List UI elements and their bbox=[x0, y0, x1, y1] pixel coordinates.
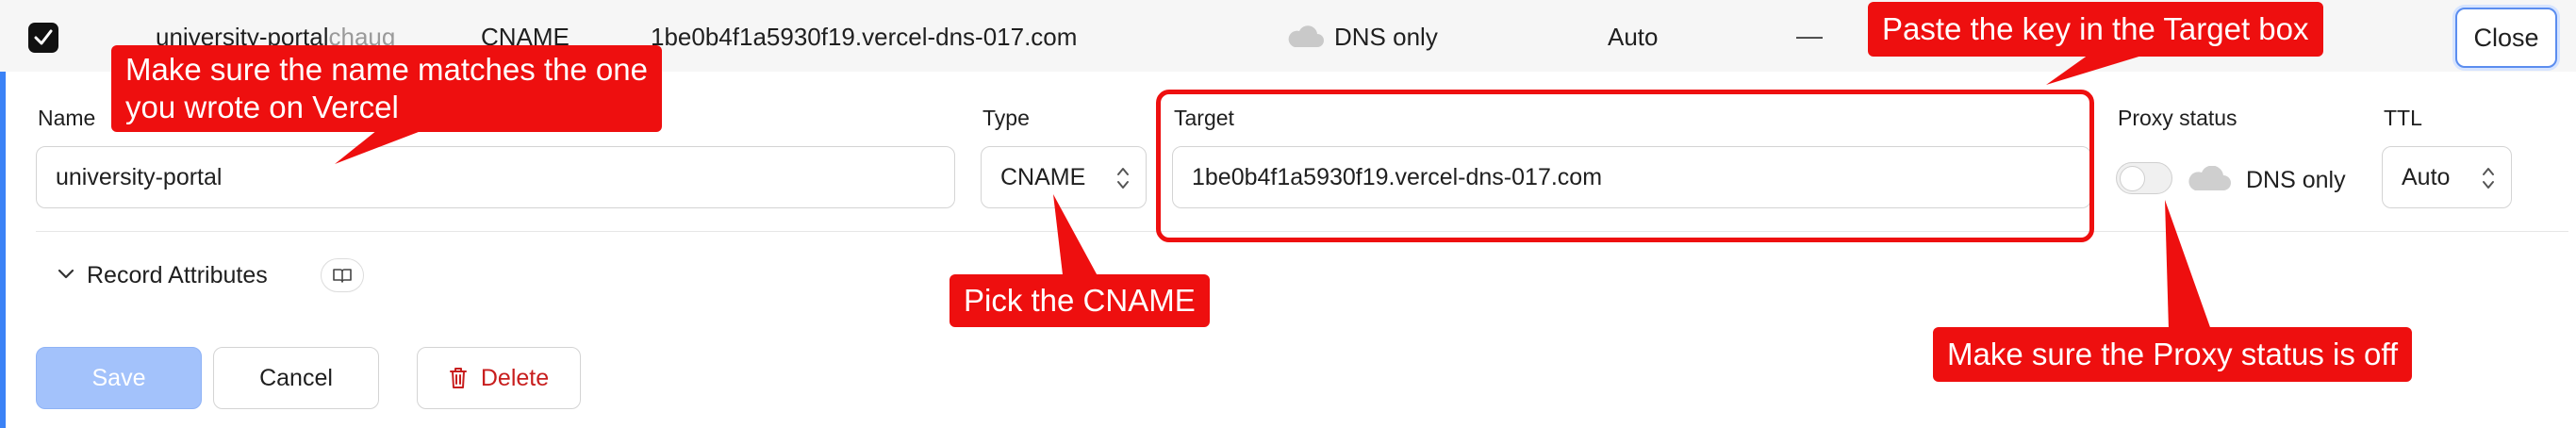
proxy-status-value: DNS only bbox=[2246, 167, 2346, 193]
delete-button[interactable]: Delete bbox=[417, 347, 581, 409]
record-proxy-status: DNS only bbox=[1334, 23, 1438, 51]
name-input-value: university-portal bbox=[56, 163, 223, 190]
record-attributes-toggle[interactable]: Record Attributes bbox=[87, 262, 268, 289]
cloud-icon bbox=[1285, 25, 1325, 54]
selected-indicator bbox=[0, 72, 6, 428]
type-select-value: CNAME bbox=[1000, 163, 1086, 190]
ttl-select[interactable]: Auto bbox=[2382, 146, 2512, 208]
name-label: Name bbox=[38, 106, 96, 130]
checkbox-checked-icon[interactable] bbox=[28, 23, 58, 53]
target-callout: Paste the key in the Target box bbox=[1868, 2, 2323, 57]
toggle-knob bbox=[2120, 166, 2145, 191]
name-callout-line2: you wrote on Vercel bbox=[125, 90, 399, 124]
type-label: Type bbox=[983, 106, 1030, 130]
chevron-down-icon[interactable] bbox=[57, 268, 75, 286]
ttl-label: TTL bbox=[2384, 106, 2422, 130]
record-ttl: Auto bbox=[1608, 23, 1659, 51]
proxy-status-label: Proxy status bbox=[2118, 106, 2237, 130]
close-button[interactable]: Close bbox=[2455, 8, 2557, 68]
proxy-toggle[interactable] bbox=[2116, 162, 2172, 194]
name-input[interactable]: university-portal bbox=[36, 146, 955, 208]
save-button[interactable]: Save bbox=[36, 347, 202, 409]
type-select[interactable]: CNAME bbox=[981, 146, 1147, 208]
name-callout-line1: Make sure the name matches the one bbox=[125, 52, 648, 87]
book-icon[interactable] bbox=[321, 258, 364, 292]
proxy-callout: Make sure the Proxy status is off bbox=[1933, 327, 2413, 382]
trash-icon bbox=[449, 368, 467, 388]
record-dash: — bbox=[1796, 21, 1823, 50]
target-highlight-box bbox=[1156, 90, 2094, 242]
cloud-icon bbox=[2184, 165, 2233, 197]
select-arrows-icon bbox=[2481, 165, 2496, 198]
record-content: 1be0b4f1a5930f19.vercel-dns-017.com bbox=[651, 23, 1078, 51]
name-callout: Make sure the name matches the one you w… bbox=[111, 45, 662, 132]
ttl-select-value: Auto bbox=[2402, 163, 2451, 190]
type-callout: Pick the CNAME bbox=[949, 274, 1210, 327]
select-arrows-icon bbox=[1115, 165, 1131, 198]
delete-label: Delete bbox=[480, 364, 550, 391]
cancel-button[interactable]: Cancel bbox=[213, 347, 379, 409]
